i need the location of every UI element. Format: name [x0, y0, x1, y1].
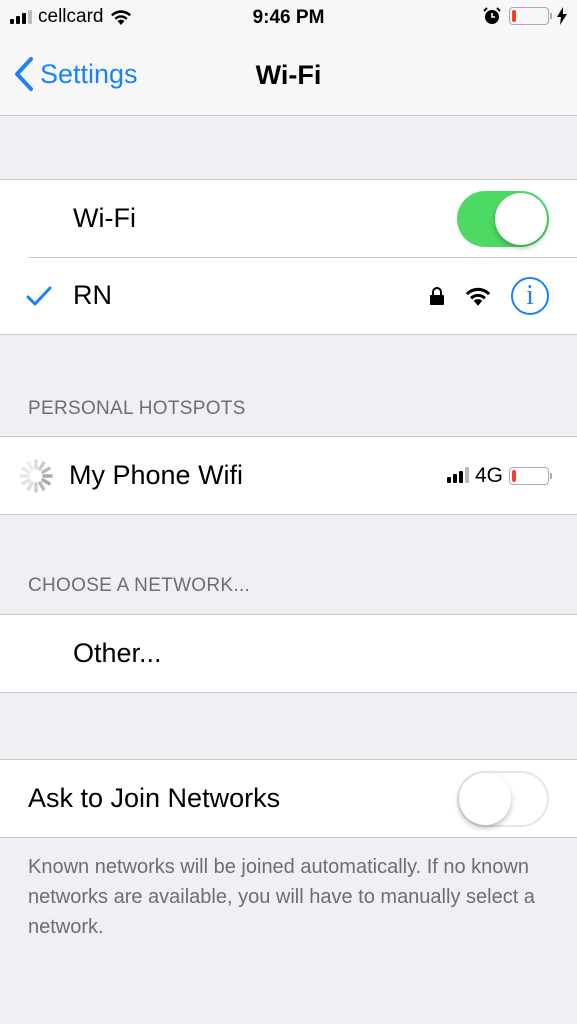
alarm-clock-icon — [483, 7, 501, 24]
hotspot-battery-icon — [509, 466, 552, 485]
charging-bolt-icon — [557, 7, 567, 25]
hotspot-signal-icon — [446, 466, 469, 483]
wifi-group: Wi-Fi RN i — [0, 179, 577, 335]
wifi-strength-icon — [465, 287, 491, 306]
page-title: Wi-Fi — [255, 60, 322, 90]
connected-network-name: RN — [73, 280, 112, 310]
navigation-bar: Settings Wi-Fi — [0, 38, 577, 116]
checkmark-icon — [26, 286, 52, 305]
info-button[interactable]: i — [511, 276, 549, 315]
wifi-toggle[interactable] — [457, 190, 549, 247]
ask-to-join-footer: Known networks will be joined automatica… — [28, 856, 535, 938]
choose-network-header: CHOOSE A NETWORK... — [28, 575, 251, 596]
other-network-label: Other... — [73, 638, 162, 668]
choose-network-group: Other... — [0, 614, 577, 693]
ask-to-join-toggle[interactable] — [457, 770, 549, 827]
ask-to-join-row: Ask to Join Networks — [0, 760, 577, 837]
personal-hotspots-group: My Phone Wifi 4G — [0, 436, 577, 515]
hotspot-name: My Phone Wifi — [69, 460, 244, 490]
hotspot-network-type: 4G — [474, 463, 503, 487]
battery-icon — [509, 7, 552, 25]
wifi-label: Wi-Fi — [73, 203, 136, 233]
status-bar: cellcard 9:46 PM — [0, 0, 577, 38]
personal-hotspots-header: PERSONAL HOTSPOTS — [28, 398, 246, 419]
info-icon: i — [526, 279, 534, 311]
hotspot-row[interactable]: My Phone Wifi 4G — [0, 437, 577, 514]
loading-spinner-icon — [19, 458, 53, 493]
ask-to-join-group: Ask to Join Networks — [0, 759, 577, 838]
other-network-row[interactable]: Other... — [0, 615, 577, 692]
ask-to-join-label: Ask to Join Networks — [28, 783, 281, 813]
lock-icon — [430, 286, 444, 305]
status-right — [483, 7, 567, 25]
wifi-toggle-row: Wi-Fi — [0, 180, 577, 257]
connected-network-row[interactable]: RN i — [0, 257, 577, 334]
